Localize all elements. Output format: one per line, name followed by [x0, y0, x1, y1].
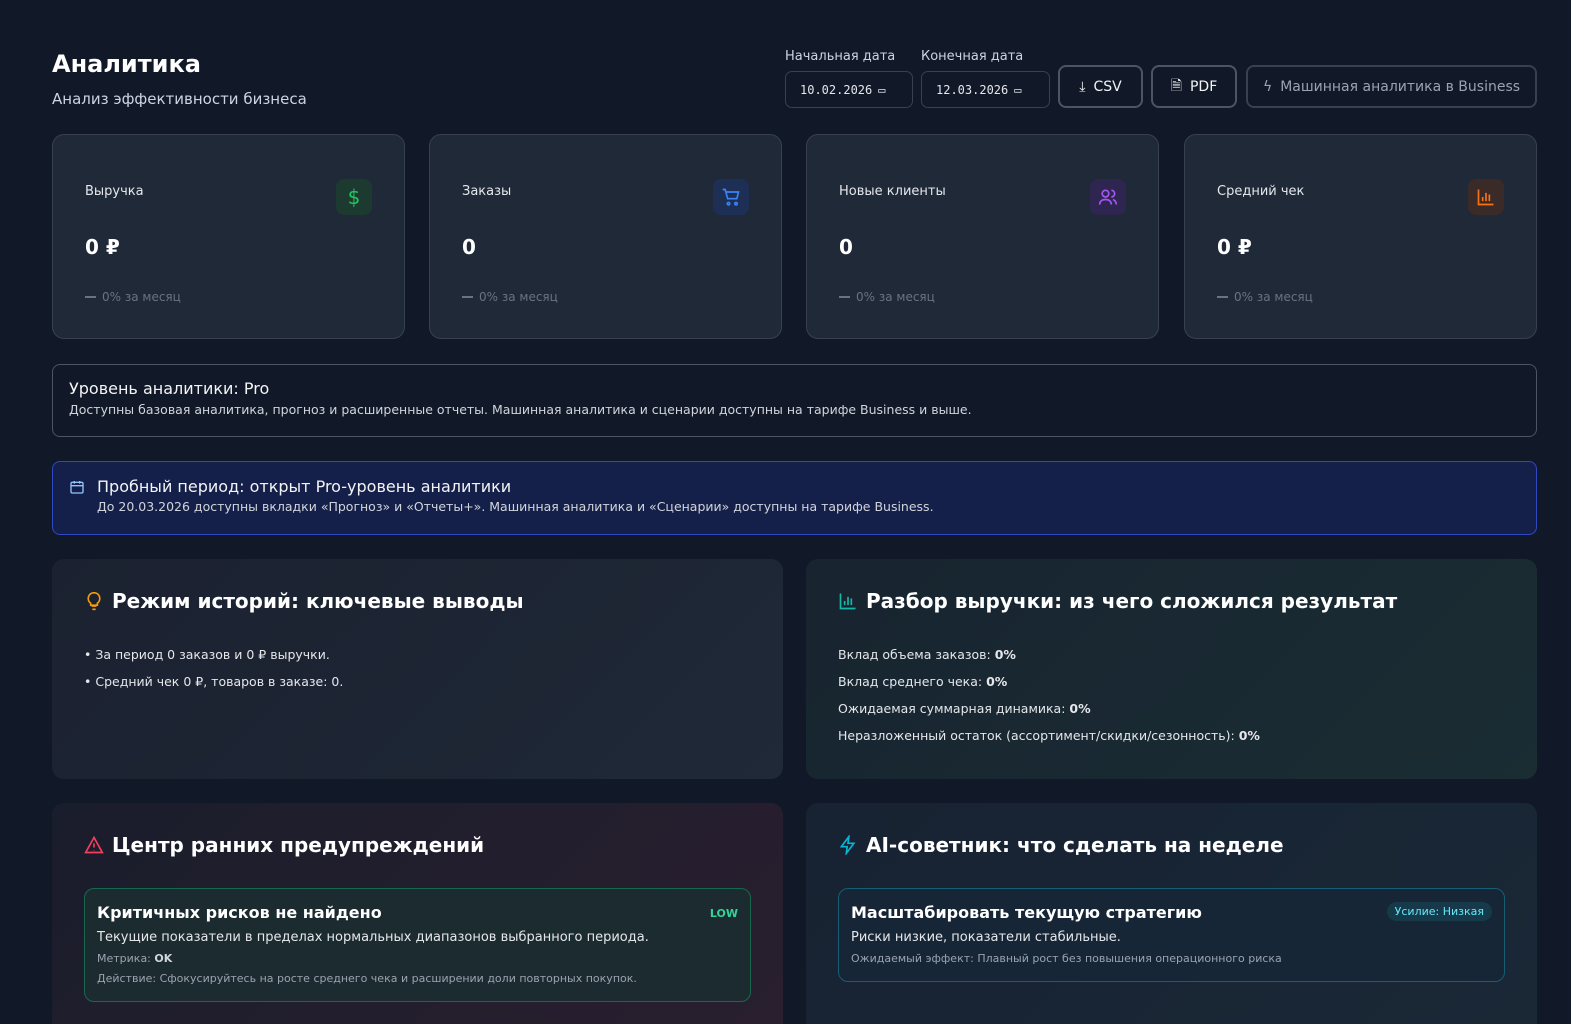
metric-label: Метрика: — [97, 952, 155, 965]
risk-action: Действие: Сфокусируйтесь на росте средне… — [97, 972, 637, 985]
bar-chart-icon — [1468, 179, 1504, 215]
trial-title: Пробный период: открыт Pro-уровень анали… — [97, 477, 512, 496]
kpi-label: Новые клиенты — [839, 184, 946, 199]
lightning-icon — [839, 835, 856, 855]
trial-banner: Пробный период: открыт Pro-уровень анали… — [52, 461, 1537, 535]
kpi-change: 0% за месяц — [1217, 290, 1313, 304]
kpi-change-text: 0% за месяц — [479, 290, 558, 304]
advice-effect: Ожидаемый эффект: Плавный рост без повыш… — [851, 952, 1282, 965]
dollar-icon: $ — [336, 179, 372, 215]
kpi-label: Заказы — [462, 184, 512, 199]
kpi-card-new-clients: Новые клиенты 0 0% за месяц — [806, 134, 1159, 339]
bar-chart-icon — [839, 593, 856, 610]
page-title: Аналитика — [52, 50, 201, 78]
kpi-change-text: 0% за месяц — [1234, 290, 1313, 304]
dash-icon — [839, 296, 850, 298]
lightbulb-icon — [87, 591, 101, 611]
trial-text: До 20.03.2026 доступны вкладки «Прогноз»… — [97, 499, 934, 514]
kpi-change: 0% за месяц — [839, 290, 935, 304]
story-item: • За период 0 заказов и 0 ₽ выручки. — [84, 647, 330, 662]
pdf-label: PDF — [1189, 78, 1218, 95]
kpi-change: 0% за месяц — [85, 290, 181, 304]
start-date-input[interactable]: 10.02.2026 ▭ — [785, 71, 913, 108]
end-date-label: Конечная дата — [921, 49, 1024, 64]
cart-icon — [713, 179, 749, 215]
users-icon — [1090, 179, 1126, 215]
early-warnings-panel: Центр ранних предупреждений Критичных ри… — [52, 803, 783, 1024]
kpi-value: 0 — [462, 235, 476, 259]
kpi-value: 0 ₽ — [1217, 235, 1252, 259]
calendar-icon — [70, 481, 84, 494]
export-pdf-button[interactable]: 🗎 PDF — [1151, 65, 1237, 108]
breakdown-value: 0% — [1069, 701, 1091, 716]
risk-metric: Метрика: OK — [97, 952, 738, 965]
breakdown-label: Неразложенный остаток (ассортимент/скидк… — [838, 728, 1239, 743]
revenue-breakdown-panel: Разбор выручки: из чего сложился результ… — [806, 559, 1537, 779]
analytics-level-banner: Уровень аналитики: Pro Доступны базовая … — [52, 364, 1537, 437]
risk-card: Критичных рисков не найдено LOW Текущие … — [84, 888, 751, 1002]
kpi-label: Средний чек — [1217, 184, 1305, 199]
kpi-value: 0 — [839, 235, 853, 259]
breakdown-label: Вклад объема заказов: — [838, 647, 995, 662]
download-icon: ⤓ — [1079, 78, 1086, 95]
breakdown-row: Ожидаемая суммарная динамика: 0% — [838, 701, 1505, 716]
warnings-title: Центр ранних предупреждений — [112, 833, 485, 857]
advice-card: Масштабировать текущую стратегию Усилие:… — [838, 888, 1505, 982]
kpi-card-orders: Заказы 0 0% за месяц — [429, 134, 782, 339]
ml-analytics-button[interactable]: ϟ Машинная аналитика в Business — [1246, 65, 1537, 108]
calendar-icon[interactable]: ▭ — [1014, 83, 1021, 97]
effort-badge: Усилие: Низкая — [1386, 902, 1492, 921]
export-csv-button[interactable]: ⤓ CSV — [1058, 65, 1143, 108]
stories-panel: Режим историй: ключевые выводы • За пери… — [52, 559, 783, 779]
dash-icon — [1217, 296, 1228, 298]
end-date-value: 12.03.2026 — [936, 82, 1009, 97]
file-icon: 🗎 — [1170, 77, 1182, 94]
metric-value: OK — [154, 952, 173, 965]
ml-label: Машинная аналитика в Business — [1280, 78, 1521, 95]
calendar-icon[interactable]: ▭ — [878, 83, 885, 97]
revenue-title: Разбор выручки: из чего сложился результ… — [866, 589, 1398, 613]
level-text: Доступны базовая аналитика, прогноз и ра… — [69, 402, 972, 417]
kpi-change: 0% за месяц — [462, 290, 558, 304]
csv-label: CSV — [1093, 78, 1122, 95]
kpi-card-revenue: Выручка $ 0 ₽ 0% за месяц — [52, 134, 405, 339]
breakdown-label: Ожидаемая суммарная динамика: — [838, 701, 1070, 716]
end-date-input[interactable]: 12.03.2026 ▭ — [921, 71, 1050, 108]
story-item: • Средний чек 0 ₽, товаров в заказе: 0. — [84, 674, 344, 689]
breakdown-label: Вклад среднего чека: — [838, 674, 987, 689]
breakdown-row: Неразложенный остаток (ассортимент/скидк… — [838, 728, 1505, 743]
page-subtitle: Анализ эффективности бизнеса — [52, 90, 307, 108]
advice-text: Риски низкие, показатели стабильные. — [851, 930, 1121, 945]
start-date-label: Начальная дата — [785, 49, 896, 64]
kpi-change-text: 0% за месяц — [856, 290, 935, 304]
warning-icon — [84, 835, 104, 854]
risk-title: Критичных рисков не найдено — [97, 903, 382, 922]
kpi-card-avg-check: Средний чек 0 ₽ 0% за месяц — [1184, 134, 1537, 339]
dash-icon — [462, 296, 473, 298]
risk-text: Текущие показатели в пределах нормальных… — [97, 930, 649, 945]
kpi-value: 0 ₽ — [85, 235, 120, 259]
kpi-label: Выручка — [85, 184, 144, 199]
breakdown-row: Вклад объема заказов: 0% — [838, 647, 1505, 662]
lightning-icon: ϟ — [1262, 78, 1273, 95]
risk-level-badge: LOW — [709, 907, 738, 920]
level-title: Уровень аналитики: Pro — [69, 379, 270, 398]
breakdown-value: 0% — [986, 674, 1008, 689]
ai-advisor-panel: AI-советник: что сделать на неделе Масшт… — [806, 803, 1537, 1024]
dash-icon — [85, 296, 96, 298]
stories-title: Режим историй: ключевые выводы — [112, 589, 524, 613]
advisor-title: AI-советник: что сделать на неделе — [866, 833, 1284, 857]
breakdown-value: 0% — [1238, 728, 1260, 743]
breakdown-value: 0% — [994, 647, 1016, 662]
start-date-value: 10.02.2026 — [800, 82, 873, 97]
kpi-change-text: 0% за месяц — [102, 290, 181, 304]
breakdown-row: Вклад среднего чека: 0% — [838, 674, 1505, 689]
